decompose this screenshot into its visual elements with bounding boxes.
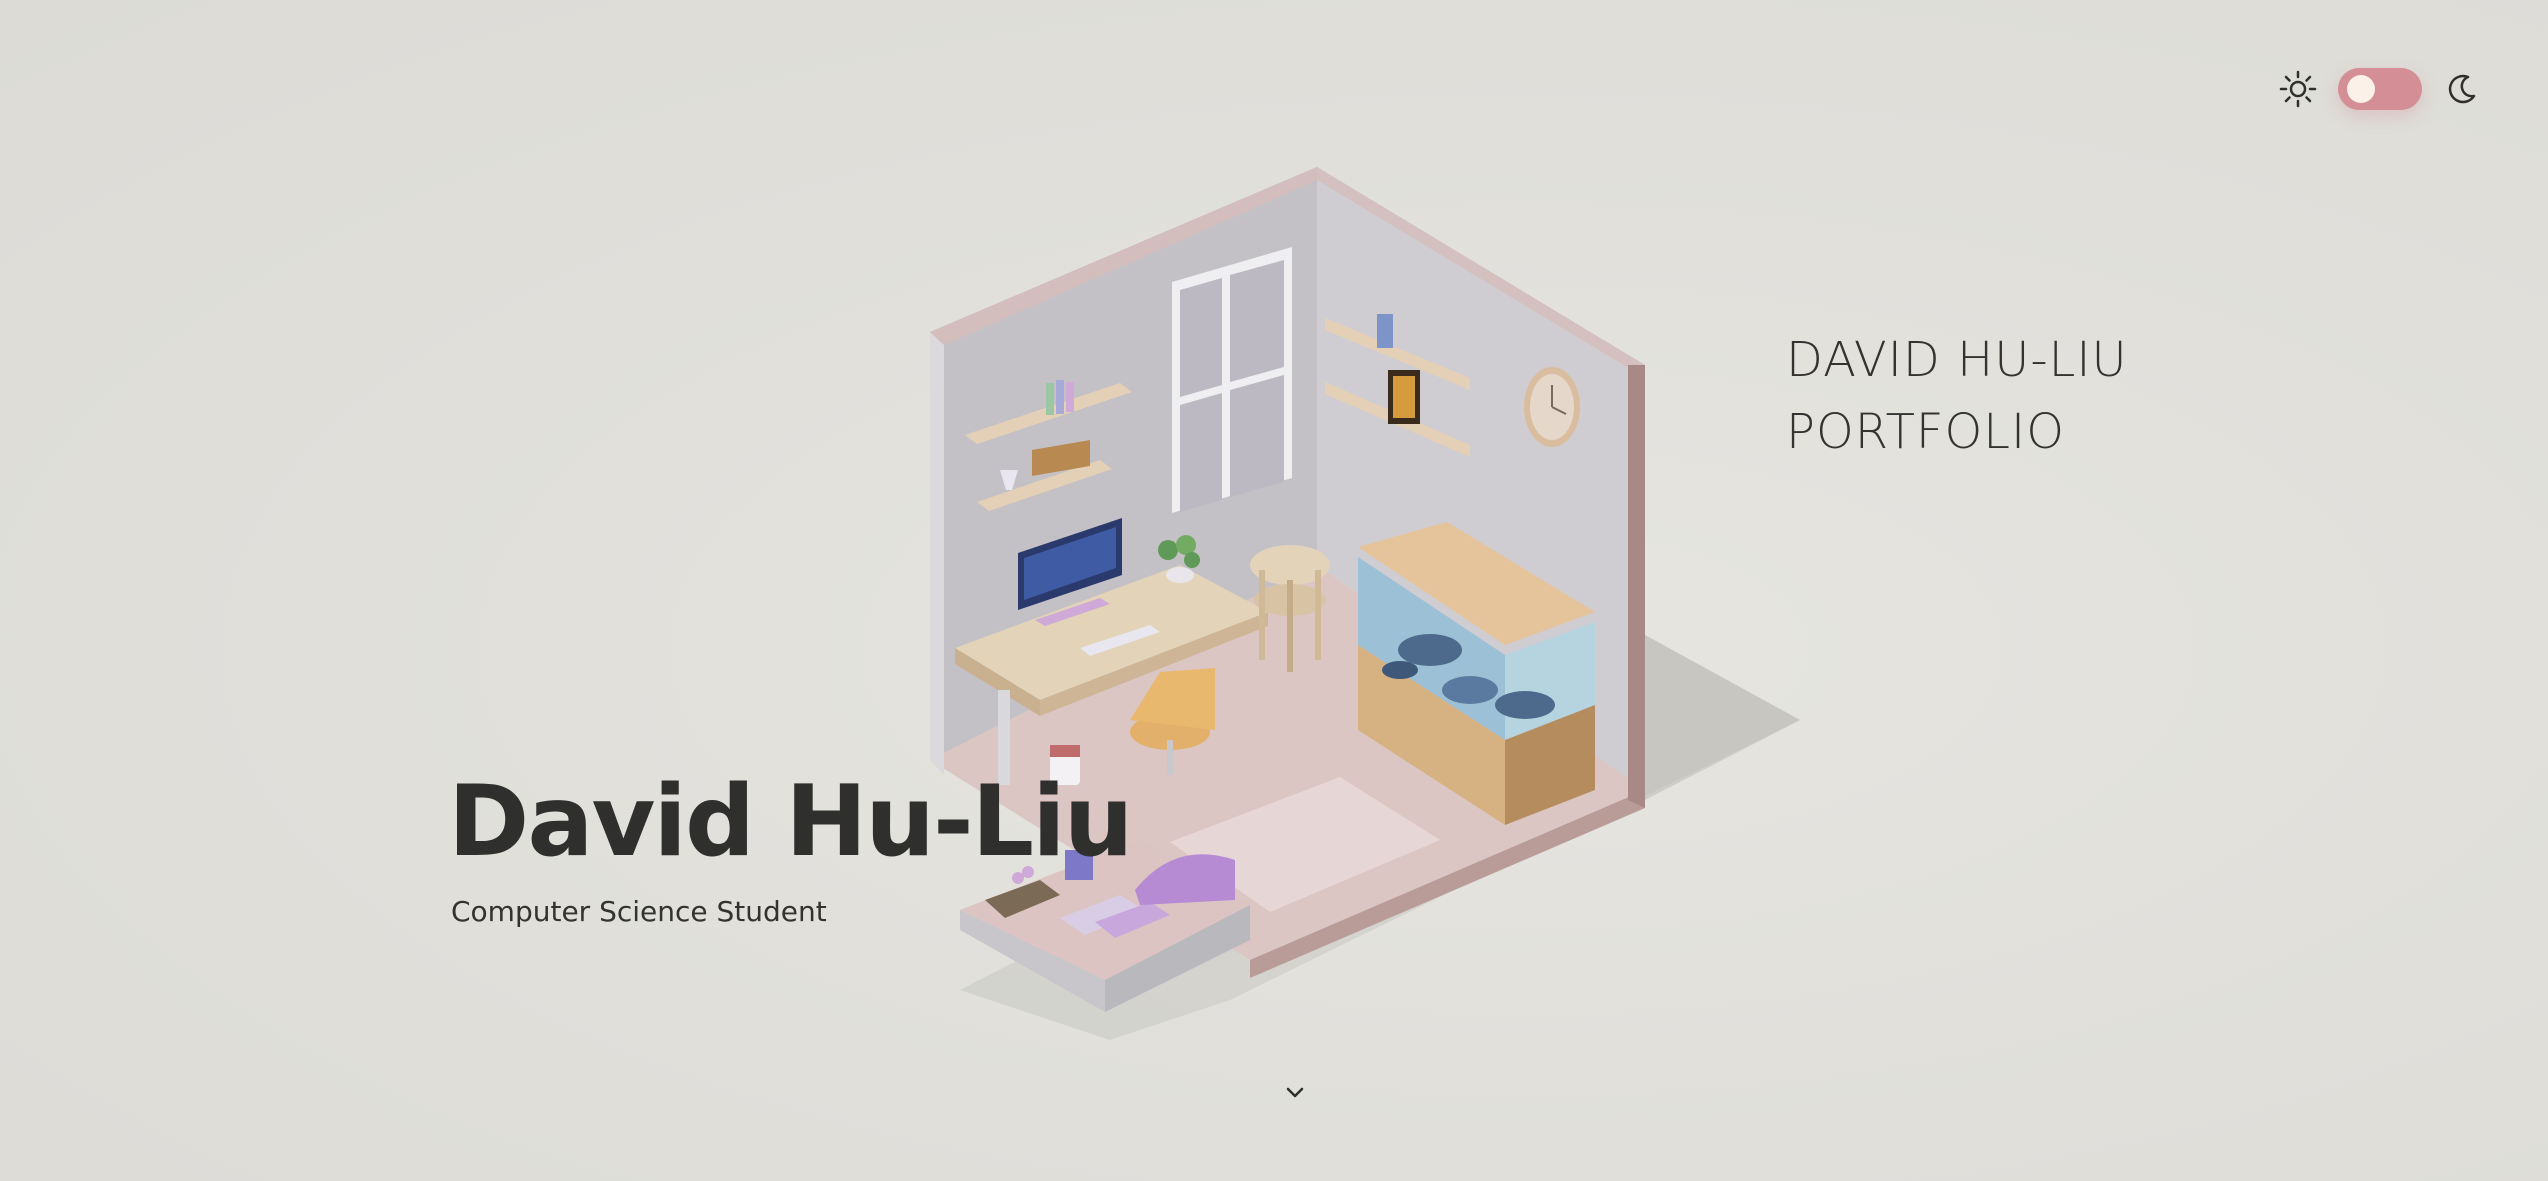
landing-page: DAVID HU-LIU PORTFOLIO David Hu-Liu Comp… <box>0 0 2548 1181</box>
isometric-room-illustration <box>930 167 1800 1040</box>
hero-subtitle: Computer Science Student <box>451 895 827 928</box>
hero-name: David Hu-Liu <box>448 765 1133 879</box>
